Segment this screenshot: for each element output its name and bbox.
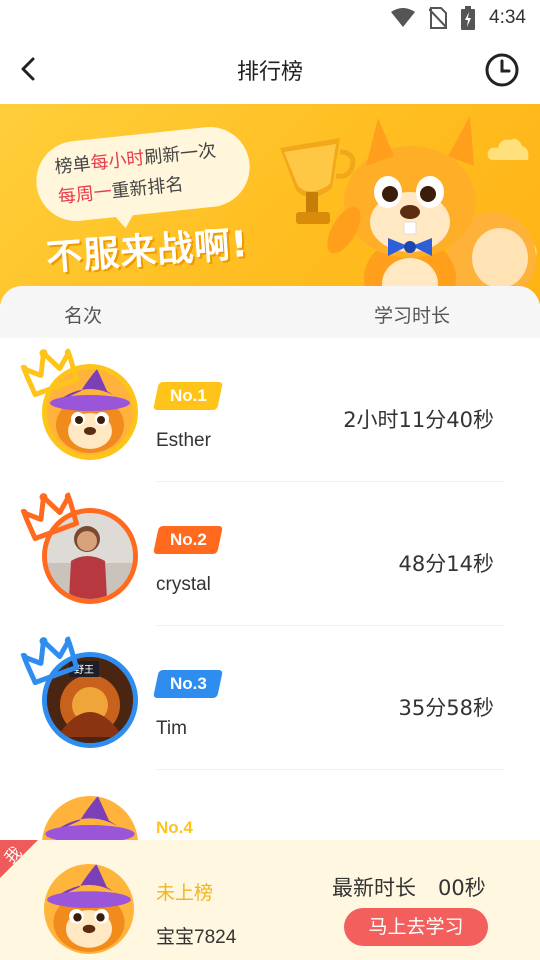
ranking-list-header: 名次 学习时长 bbox=[0, 286, 540, 338]
rank-badge: No.2 bbox=[153, 526, 223, 554]
wifi-icon bbox=[391, 8, 416, 27]
status-bar: 4:34 bbox=[0, 0, 540, 36]
rank-badge: No.3 bbox=[153, 670, 223, 698]
user-name: Tim bbox=[156, 718, 187, 739]
battery-charging-icon bbox=[461, 6, 476, 30]
go-study-button[interactable]: 马上去学习 bbox=[344, 908, 488, 946]
study-duration: 48分14秒 bbox=[398, 552, 494, 576]
study-duration: 2小时11分40秒 bbox=[343, 408, 494, 432]
rank-column-label: 名次 bbox=[64, 305, 103, 327]
rank-label: No.4 bbox=[156, 818, 193, 837]
refresh-rule-bubble: 榜单每小时刷新一次 每周一重新排名 bbox=[32, 123, 254, 225]
ranking-row[interactable]: No.2 crystal 48分14秒 bbox=[0, 482, 540, 626]
history-clock-icon[interactable] bbox=[484, 52, 520, 88]
no-sim-icon bbox=[429, 7, 448, 29]
ranking-row[interactable]: No.1 Esther 2小时11分40秒 bbox=[0, 338, 540, 482]
my-latest-duration: 最新时长 00秒 bbox=[332, 872, 486, 902]
latest-duration-label: 最新时长 bbox=[332, 876, 416, 900]
study-time-column-label: 学习时长 bbox=[373, 305, 450, 327]
top-navigation: 排行榜 bbox=[0, 36, 540, 104]
clock-time: 4:34 bbox=[489, 7, 526, 28]
ranked-avatar: 野王 bbox=[19, 636, 144, 756]
squirrel-wizard-icon bbox=[47, 864, 131, 952]
my-rank-status: 未上榜 bbox=[156, 882, 214, 904]
ranking-banner: 榜单每小时刷新一次 每周一重新排名 不服来战啊! bbox=[0, 104, 540, 304]
rank-badge: No.1 bbox=[153, 382, 223, 410]
latest-duration-value: 00秒 bbox=[438, 876, 486, 900]
user-name: Esther bbox=[156, 430, 211, 451]
ranked-avatar bbox=[19, 492, 144, 612]
page-title: 排行榜 bbox=[236, 60, 303, 85]
study-duration: 35分58秒 bbox=[398, 696, 494, 720]
ranked-avatar bbox=[19, 348, 144, 468]
back-icon[interactable] bbox=[14, 54, 44, 84]
ranking-row[interactable]: 野王 No.3 Tim 35分58秒 bbox=[0, 626, 540, 770]
squirrel-trophy-mascot bbox=[280, 116, 536, 304]
banner-slogan: 不服来战啊! bbox=[45, 223, 250, 280]
my-avatar bbox=[44, 864, 134, 954]
user-name: crystal bbox=[156, 574, 211, 595]
my-user-name: 宝宝7824 bbox=[156, 927, 237, 948]
my-ranking-bar: 我 未上榜 宝宝7824 最新时长 00秒 马上去学习 bbox=[0, 840, 540, 960]
